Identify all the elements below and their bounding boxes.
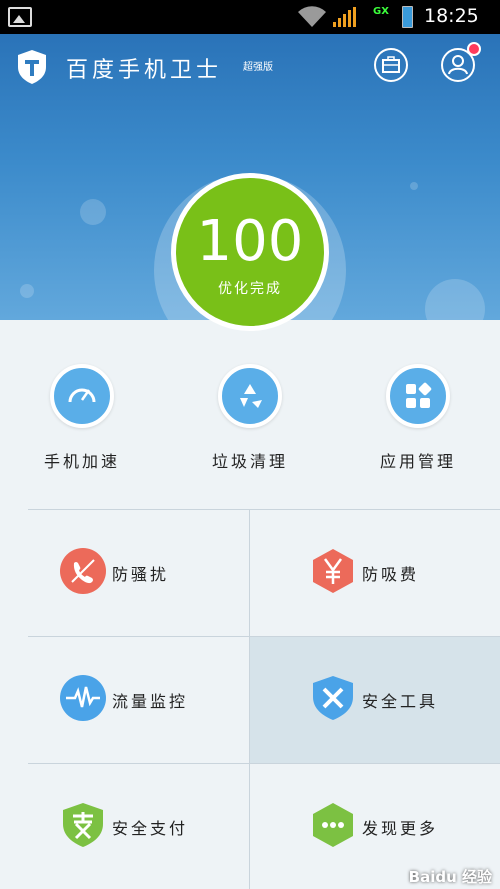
image-notification-icon <box>8 7 32 27</box>
feature-label: 流量监控 <box>112 692 189 711</box>
feature-secure-payment[interactable]: 安全支付 <box>28 763 249 889</box>
apps-grid-icon <box>406 382 432 408</box>
quick-action-phone-boost[interactable]: 手机加速 <box>12 364 152 472</box>
feature-traffic-monitor[interactable]: 流量监控 <box>28 636 249 762</box>
score-value: 100 <box>196 209 304 274</box>
score-label: 优化完成 <box>218 281 282 297</box>
more-hexagon-icon <box>313 803 353 847</box>
decor-bubble <box>20 284 34 298</box>
yen-hexagon-icon <box>313 549 353 593</box>
notification-badge <box>467 42 481 56</box>
signal-icon <box>333 7 356 27</box>
feature-label: 防吸费 <box>362 565 420 584</box>
quick-action-label: 应用管理 <box>379 452 456 471</box>
recycle-icon <box>240 384 262 408</box>
shield-pay-icon <box>63 803 103 847</box>
recycle-icon-circle <box>218 364 282 428</box>
quick-action-app-manage[interactable]: 应用管理 <box>348 364 488 472</box>
grid-divider <box>28 509 500 510</box>
decor-bubble <box>80 199 106 225</box>
feature-security-tools[interactable]: 安全工具 <box>250 636 471 762</box>
app-subtitle: 超强版 <box>243 62 273 73</box>
shield-logo-icon <box>18 50 46 84</box>
feature-anti-harass[interactable]: 防骚扰 <box>28 509 249 635</box>
speedometer-icon <box>68 388 96 403</box>
grid-divider <box>28 636 500 637</box>
quick-action-junk-clean[interactable]: 垃圾清理 <box>180 364 320 472</box>
grid-divider-vertical <box>249 509 250 889</box>
feature-anti-fee[interactable]: 防吸费 <box>250 509 471 635</box>
decor-bubble <box>425 279 485 320</box>
feature-label: 安全工具 <box>362 692 439 711</box>
feature-label: 安全支付 <box>112 819 189 838</box>
toolbox-button[interactable] <box>374 48 408 82</box>
speedometer-icon-circle <box>50 364 114 428</box>
briefcase-icon <box>382 56 400 73</box>
battery-icon <box>402 6 413 28</box>
data-type-label: GX <box>373 6 389 17</box>
feature-label: 发现更多 <box>362 819 439 838</box>
app-title: 百度手机卫士 <box>66 58 223 83</box>
feature-label: 防骚扰 <box>112 565 170 584</box>
traffic-wave-icon <box>60 675 106 721</box>
decor-bubble <box>410 182 418 190</box>
no-call-icon <box>60 548 106 594</box>
clock: 18:25 <box>424 5 479 27</box>
grid-divider <box>28 763 500 764</box>
quick-action-label: 手机加速 <box>43 452 120 471</box>
watermark: Baidu 经验 <box>408 868 492 886</box>
wifi-icon <box>298 6 326 27</box>
status-bar: GX 18:25 <box>0 0 500 34</box>
optimization-score-button[interactable]: 100 优化完成 <box>171 173 329 331</box>
user-icon <box>448 55 468 75</box>
shield-wrench-icon <box>313 676 353 720</box>
apps-grid-icon-circle <box>386 364 450 428</box>
quick-action-label: 垃圾清理 <box>211 452 288 471</box>
